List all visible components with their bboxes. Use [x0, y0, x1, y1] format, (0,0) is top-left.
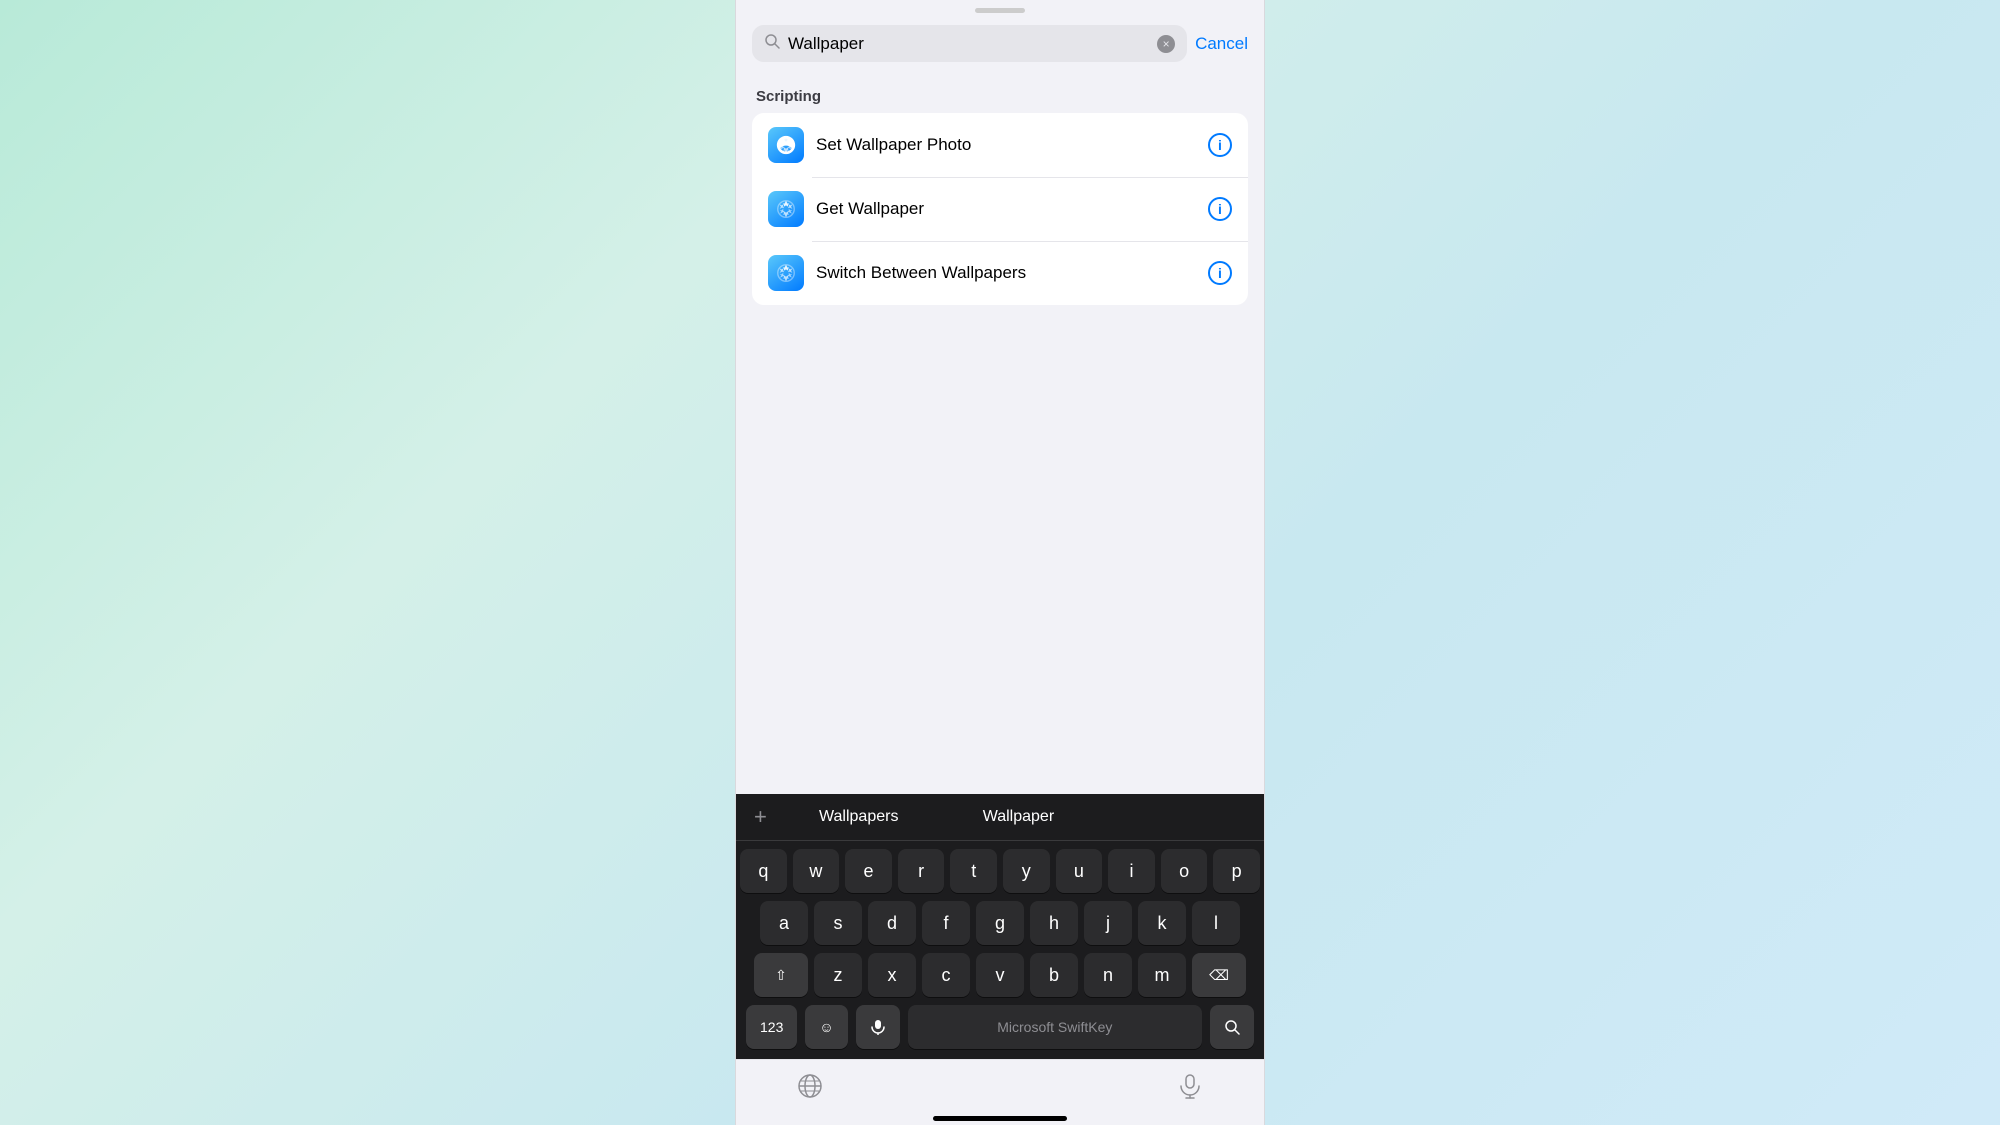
predictive-word-2[interactable]: Wallpaper [945, 808, 1093, 826]
shift-key[interactable]: ⇧ [754, 953, 808, 997]
switch-wallpapers-info[interactable]: i [1208, 261, 1232, 285]
switch-wallpapers-label: Switch Between Wallpapers [816, 263, 1196, 283]
key-j[interactable]: j [1084, 901, 1132, 945]
key-h[interactable]: h [1030, 901, 1078, 945]
keyboard-bottom-row: 123 ☺ Microsoft SwiftKey [736, 1001, 1264, 1059]
key-i[interactable]: i [1108, 849, 1155, 893]
section-header: Scripting [736, 72, 1264, 113]
action-item-set-wallpaper-photo[interactable]: Set Wallpaper Photo i [752, 113, 1248, 177]
set-wallpaper-photo-icon [768, 127, 804, 163]
set-wallpaper-photo-info[interactable]: i [1208, 133, 1232, 157]
clear-icon[interactable]: × [1157, 35, 1175, 53]
set-wallpaper-photo-label: Set Wallpaper Photo [816, 135, 1196, 155]
predictive-bar: + Wallpapers Wallpaper [736, 794, 1264, 841]
key-row-3: ⇧ z x c v b n m ⌫ [740, 953, 1260, 997]
key-e[interactable]: e [845, 849, 892, 893]
key-n[interactable]: n [1084, 953, 1132, 997]
key-r[interactable]: r [898, 849, 945, 893]
emoji-key[interactable]: ☺ [805, 1005, 847, 1049]
microphone-icon[interactable] [1176, 1072, 1204, 1100]
mic-key[interactable] [856, 1005, 900, 1049]
drag-handle [975, 8, 1025, 13]
search-input-wrapper[interactable]: × [752, 25, 1187, 62]
key-f[interactable]: f [922, 901, 970, 945]
key-t[interactable]: t [950, 849, 997, 893]
backspace-key[interactable]: ⌫ [1192, 953, 1246, 997]
key-m[interactable]: m [1138, 953, 1186, 997]
globe-icon[interactable] [796, 1072, 824, 1100]
search-icon [764, 33, 780, 54]
keyboard-area: + Wallpapers Wallpaper q w e r t y u i o… [736, 794, 1264, 1059]
key-x[interactable]: x [868, 953, 916, 997]
home-indicator [933, 1116, 1067, 1121]
nav-bar [736, 1059, 1264, 1108]
get-wallpaper-label: Get Wallpaper [816, 199, 1196, 219]
get-wallpaper-icon [768, 191, 804, 227]
predictive-word-1[interactable]: Wallpapers [785, 808, 933, 826]
key-a[interactable]: a [760, 901, 808, 945]
key-l[interactable]: l [1192, 901, 1240, 945]
switch-wallpapers-icon [768, 255, 804, 291]
get-wallpaper-info[interactable]: i [1208, 197, 1232, 221]
key-u[interactable]: u [1056, 849, 1103, 893]
key-q[interactable]: q [740, 849, 787, 893]
key-p[interactable]: p [1213, 849, 1260, 893]
phone-container: × Cancel Scripting [735, 0, 1265, 1125]
content-area: Scripting Set Wal [736, 72, 1264, 794]
key-y[interactable]: y [1003, 849, 1050, 893]
key-v[interactable]: v [976, 953, 1024, 997]
search-key[interactable] [1210, 1005, 1254, 1049]
action-item-get-wallpaper[interactable]: Get Wallpaper i [752, 177, 1248, 241]
action-list: Set Wallpaper Photo i [752, 113, 1248, 305]
key-g[interactable]: g [976, 901, 1024, 945]
key-b[interactable]: b [1030, 953, 1078, 997]
key-s[interactable]: s [814, 901, 862, 945]
action-item-switch-wallpapers[interactable]: Switch Between Wallpapers i [752, 241, 1248, 305]
key-w[interactable]: w [793, 849, 840, 893]
numbers-key[interactable]: 123 [746, 1005, 797, 1049]
cancel-button[interactable]: Cancel [1195, 34, 1248, 54]
key-d[interactable]: d [868, 901, 916, 945]
key-row-2: a s d f g h j k l [740, 901, 1260, 945]
key-z[interactable]: z [814, 953, 862, 997]
spacebar-key[interactable]: Microsoft SwiftKey [908, 1005, 1202, 1049]
predictive-plus[interactable]: + [748, 802, 773, 832]
key-row-1: q w e r t y u i o p [740, 849, 1260, 893]
key-k[interactable]: k [1138, 901, 1186, 945]
key-o[interactable]: o [1161, 849, 1208, 893]
search-bar: × Cancel [752, 25, 1248, 62]
key-c[interactable]: c [922, 953, 970, 997]
search-input[interactable] [788, 34, 1149, 54]
keyboard-rows: q w e r t y u i o p a s d f g h j k [736, 841, 1264, 1001]
